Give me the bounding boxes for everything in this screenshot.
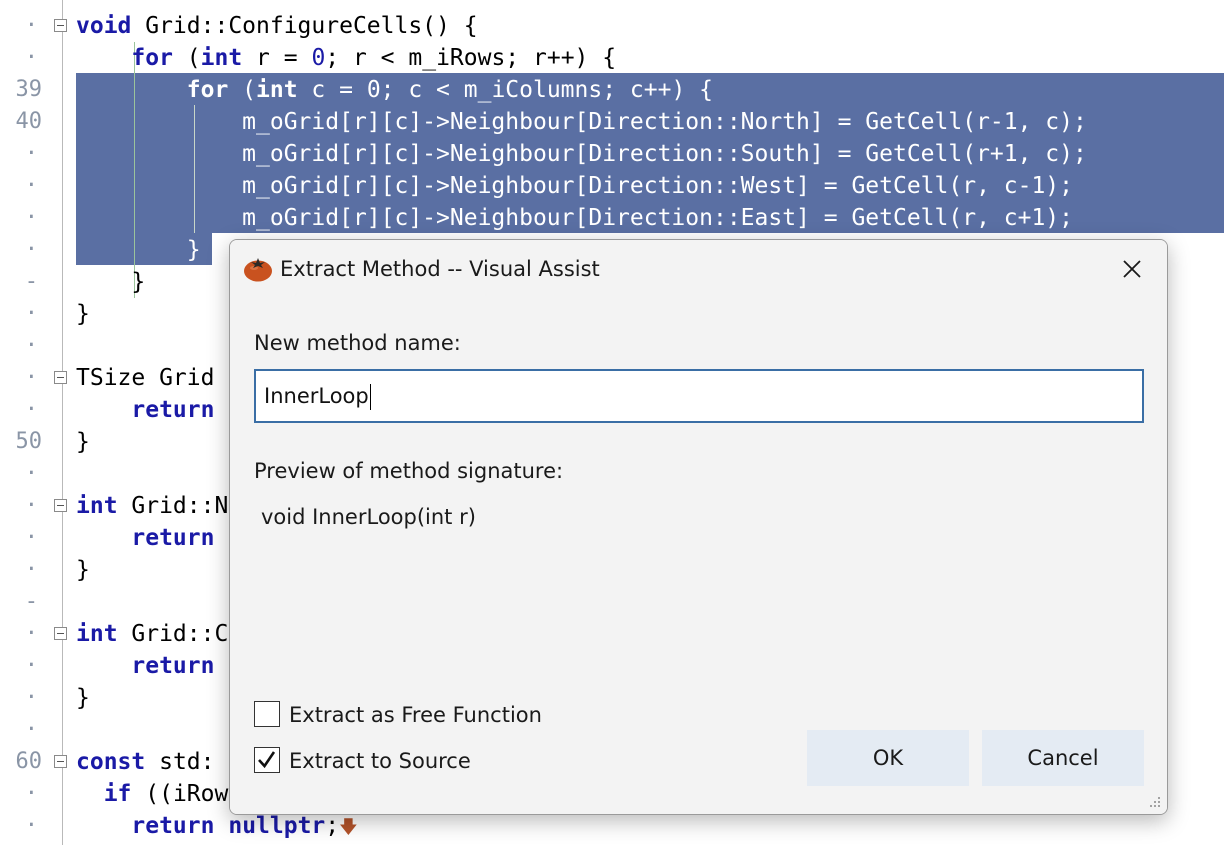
- line-number: -: [24, 269, 38, 294]
- code-text: m_oGrid[r][c]->Neighbour[Direction::Nort…: [76, 109, 1087, 135]
- dialog-title: Extract Method -- Visual Assist: [280, 257, 600, 281]
- free-function-label[interactable]: Extract as Free Function: [289, 703, 542, 727]
- code-line[interactable]: 40 m_oGrid[r][c]->Neighbour[Direction::N…: [0, 106, 1224, 138]
- code-text: m_oGrid[r][c]->Neighbour[Direction::East…: [76, 205, 1073, 231]
- code-line[interactable]: 39 for (int c = 0; c < m_iColumns; c++) …: [0, 74, 1224, 106]
- close-button[interactable]: [1112, 252, 1152, 286]
- line-number: ·: [24, 557, 38, 582]
- method-name-input[interactable]: InnerLoop: [254, 369, 1144, 423]
- line-number: ·: [24, 205, 38, 230]
- extract-method-dialog: Extract Method -- Visual Assist New meth…: [229, 239, 1168, 815]
- line-number: ·: [24, 525, 38, 550]
- checkmark-icon: [258, 751, 276, 769]
- line-number: ·: [24, 333, 38, 358]
- code-text: return: [131, 653, 215, 679]
- code-text: }: [76, 269, 146, 295]
- line-number: -: [24, 589, 38, 614]
- ok-button[interactable]: OK: [807, 730, 969, 786]
- code-text: TSize Grid: [76, 365, 215, 391]
- tomato-icon: [243, 255, 273, 282]
- line-number: 60: [15, 749, 43, 774]
- line-number: ·: [24, 813, 38, 838]
- code-text: for (int c = 0; c < m_iColumns; c++) {: [186, 77, 713, 103]
- preview-signature: void InnerLoop(int r): [261, 505, 476, 529]
- line-number: ·: [24, 653, 38, 678]
- code-text: }: [76, 429, 90, 455]
- line-number: ·: [24, 461, 38, 486]
- code-text: int Grid::C: [76, 621, 229, 647]
- to-source-checkbox[interactable]: [254, 747, 280, 773]
- fold-toggle-icon[interactable]: [54, 371, 67, 384]
- code-line[interactable]: · m_oGrid[r][c]->Neighbour[Direction::So…: [0, 138, 1224, 170]
- code-text: m_oGrid[r][c]->Neighbour[Direction::Sout…: [76, 141, 1087, 167]
- dialog-titlebar[interactable]: Extract Method -- Visual Assist: [230, 240, 1167, 298]
- line-number: ·: [24, 781, 38, 806]
- fold-toggle-icon[interactable]: [54, 499, 67, 512]
- line-number: ·: [24, 621, 38, 646]
- code-text: return nullptr;🡇: [131, 813, 358, 839]
- resize-grip-icon[interactable]: [1147, 794, 1161, 808]
- code-line[interactable]: · m_oGrid[r][c]->Neighbour[Direction::Ea…: [0, 202, 1224, 234]
- line-number: ·: [24, 717, 38, 742]
- code-text: if ((iRow: [103, 781, 229, 807]
- fold-toggle-icon[interactable]: [54, 627, 67, 640]
- line-number: 40: [15, 109, 43, 134]
- code-line[interactable]: · m_oGrid[r][c]->Neighbour[Direction::We…: [0, 170, 1224, 202]
- line-number: 50: [15, 429, 43, 454]
- dialog-body: New method name: InnerLoop Preview of me…: [230, 298, 1167, 814]
- code-text: }: [76, 301, 90, 327]
- preview-label: Preview of method signature:: [254, 459, 564, 483]
- fold-toggle-icon[interactable]: [54, 755, 67, 768]
- method-name-value: InnerLoop: [264, 384, 369, 408]
- code-text: m_oGrid[r][c]->Neighbour[Direction::West…: [76, 173, 1073, 199]
- free-function-checkbox[interactable]: [254, 701, 280, 727]
- line-number: ·: [24, 237, 38, 262]
- method-name-label: New method name:: [254, 331, 461, 355]
- code-line[interactable]: · void Grid::ConfigureCells() {: [0, 10, 1224, 42]
- line-number: ·: [24, 301, 38, 326]
- line-number: ·: [24, 13, 38, 38]
- line-number: ·: [24, 685, 38, 710]
- line-number: ·: [24, 45, 38, 70]
- fold-toggle-icon[interactable]: [54, 19, 67, 32]
- cancel-button[interactable]: Cancel: [982, 730, 1144, 786]
- line-number: 39: [15, 77, 43, 102]
- code-text: void Grid::ConfigureCells() {: [76, 13, 478, 39]
- code-text: return: [131, 525, 215, 551]
- code-text: }: [76, 557, 90, 583]
- line-number: ·: [24, 141, 38, 166]
- code-text: return: [131, 397, 215, 423]
- arrow-down-icon: 🡇: [339, 817, 358, 838]
- code-text: int Grid::N: [76, 493, 229, 519]
- line-number: ·: [24, 493, 38, 518]
- line-number: ·: [24, 173, 38, 198]
- to-source-label[interactable]: Extract to Source: [289, 749, 471, 773]
- line-number: ·: [24, 365, 38, 390]
- code-text: for (int r = 0; r < m_iRows; r++) {: [131, 45, 617, 71]
- code-text: }: [76, 237, 201, 263]
- code-line[interactable]: · for (int r = 0; r < m_iRows; r++) {: [0, 42, 1224, 74]
- text-caret: [369, 384, 371, 410]
- line-number: ·: [24, 397, 38, 422]
- close-icon: [1123, 260, 1141, 278]
- code-text: }: [76, 685, 90, 711]
